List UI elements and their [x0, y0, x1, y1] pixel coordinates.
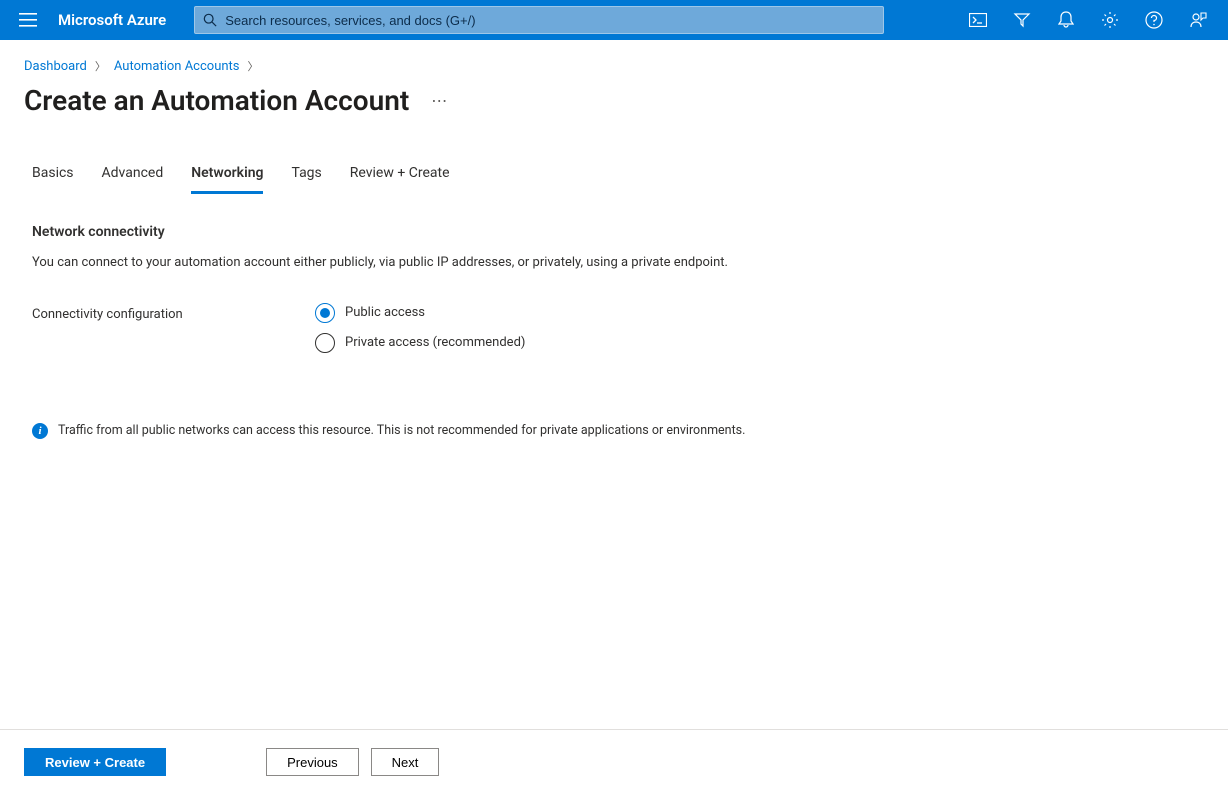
search-icon: [203, 13, 217, 27]
page-title-row: Create an Automation Account ⋯: [24, 84, 1204, 117]
tab-basics[interactable]: Basics: [32, 165, 74, 194]
notifications-button[interactable]: [1044, 0, 1088, 40]
tabs: Basics Advanced Networking Tags Review +…: [24, 165, 1204, 194]
person-feedback-icon: [1189, 11, 1207, 29]
content-area: Dashboard 〉 Automation Accounts 〉 Create…: [0, 40, 1228, 729]
breadcrumb-automation-accounts[interactable]: Automation Accounts: [114, 59, 240, 74]
connectivity-row: Connectivity configuration Public access…: [32, 303, 844, 353]
review-create-button[interactable]: Review + Create: [24, 748, 166, 776]
section-title: Network connectivity: [32, 224, 844, 240]
search-input[interactable]: [225, 13, 875, 28]
network-section: Network connectivity You can connect to …: [24, 224, 844, 353]
tab-review-create[interactable]: Review + Create: [350, 165, 450, 194]
bell-icon: [1058, 11, 1074, 29]
connectivity-label: Connectivity configuration: [32, 303, 315, 353]
info-icon: i: [32, 423, 48, 439]
directory-filter-button[interactable]: [1000, 0, 1044, 40]
info-banner-text: Traffic from all public networks can acc…: [58, 423, 745, 438]
hamburger-menu-button[interactable]: [8, 0, 48, 40]
info-banner: i Traffic from all public networks can a…: [24, 423, 1204, 439]
cloud-shell-button[interactable]: [956, 0, 1000, 40]
radio-icon: [315, 303, 335, 323]
tab-advanced[interactable]: Advanced: [102, 165, 164, 194]
next-button[interactable]: Next: [371, 748, 440, 776]
radio-public-label: Public access: [345, 305, 425, 320]
top-icons-group: [956, 0, 1220, 40]
radio-public-access[interactable]: Public access: [315, 303, 525, 323]
connectivity-radio-group: Public access Private access (recommende…: [315, 303, 525, 353]
settings-button[interactable]: [1088, 0, 1132, 40]
help-button[interactable]: [1132, 0, 1176, 40]
wizard-footer: Review + Create Previous Next: [0, 729, 1228, 794]
tab-tags[interactable]: Tags: [291, 165, 321, 194]
section-description: You can connect to your automation accou…: [32, 254, 844, 273]
tab-networking[interactable]: Networking: [191, 165, 263, 194]
radio-private-access[interactable]: Private access (recommended): [315, 333, 525, 353]
cloud-shell-icon: [969, 13, 987, 27]
gear-icon: [1101, 11, 1119, 29]
page-title: Create an Automation Account: [24, 84, 409, 117]
help-icon: [1145, 11, 1163, 29]
breadcrumb: Dashboard 〉 Automation Accounts 〉: [24, 58, 1204, 74]
chevron-right-icon: 〉: [248, 58, 259, 74]
brand-label[interactable]: Microsoft Azure: [48, 11, 186, 29]
radio-icon: [315, 333, 335, 353]
breadcrumb-dashboard[interactable]: Dashboard: [24, 59, 87, 74]
more-actions-button[interactable]: ⋯: [427, 87, 452, 114]
feedback-button[interactable]: [1176, 0, 1220, 40]
hamburger-icon: [19, 13, 37, 27]
global-search[interactable]: [194, 6, 884, 34]
chevron-right-icon: 〉: [95, 58, 106, 74]
radio-private-label: Private access (recommended): [345, 335, 525, 350]
previous-button[interactable]: Previous: [266, 748, 359, 776]
top-bar: Microsoft Azure: [0, 0, 1228, 40]
filter-icon: [1013, 11, 1031, 29]
